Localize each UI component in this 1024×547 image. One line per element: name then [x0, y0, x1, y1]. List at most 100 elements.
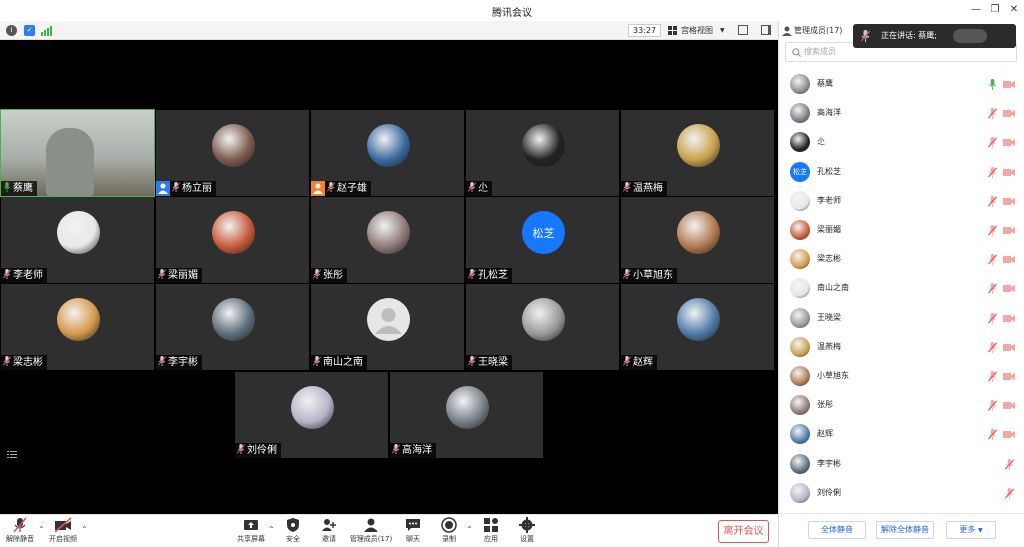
participant-tile[interactable]: 李宇彬: [156, 284, 309, 370]
mic-muted-icon[interactable]: [988, 166, 997, 178]
mic-muted-icon: [172, 182, 180, 192]
apps-button[interactable]: 应用: [478, 517, 504, 547]
info-icon[interactable]: i: [6, 25, 17, 36]
security-button[interactable]: 安全: [280, 517, 306, 547]
member-name: 张彤: [817, 400, 833, 410]
member-row[interactable]: 高海洋: [779, 99, 1024, 128]
list-icon[interactable]: [7, 450, 17, 460]
mic-icon[interactable]: [988, 79, 997, 90]
chat-button[interactable]: 聊天: [400, 517, 426, 547]
member-row[interactable]: 小草旭东: [779, 362, 1024, 391]
manage-members-button[interactable]: 管理成员(17): [348, 517, 394, 547]
camera-off-icon[interactable]: [1003, 226, 1015, 235]
record-button[interactable]: 录制: [436, 517, 462, 547]
unmute-button[interactable]: 解除静音: [4, 517, 36, 547]
participant-tile[interactable]: 梁丽媚: [156, 197, 309, 283]
leave-meeting-button[interactable]: 离开会议: [718, 520, 769, 543]
member-avatar: 松芝: [790, 161, 810, 182]
apps-label: 应用: [484, 535, 498, 543]
invite-button[interactable]: 邀请: [316, 517, 342, 547]
participant-name: 梁丽媚: [168, 270, 198, 281]
settings-button[interactable]: 设置: [514, 517, 540, 547]
mic-muted-icon[interactable]: [988, 195, 997, 207]
start-video-label: 开启视频: [49, 535, 77, 543]
mic-muted-icon[interactable]: [988, 283, 997, 295]
participant-tile[interactable]: 赵子雄: [311, 110, 464, 196]
member-row[interactable]: 松芝 孔松芝: [779, 158, 1024, 187]
participant-name: 温燕梅: [633, 183, 663, 194]
mute-all-button[interactable]: 全体静音: [808, 521, 866, 539]
participant-tile[interactable]: 赵辉: [621, 284, 774, 370]
camera-off-icon[interactable]: [1003, 372, 1015, 381]
mic-muted-icon[interactable]: [988, 400, 997, 412]
camera-off-icon[interactable]: [1003, 314, 1015, 323]
toggle-panel-icon[interactable]: [761, 25, 771, 35]
member-row[interactable]: 赵辉: [779, 420, 1024, 449]
chevron-up-icon[interactable]: ⌃: [38, 525, 45, 534]
camera-off-icon[interactable]: [1003, 401, 1015, 410]
member-row[interactable]: 张彤: [779, 391, 1024, 420]
mic-muted-icon[interactable]: [988, 312, 997, 324]
participant-name-label: 梁志彬: [1, 355, 47, 370]
member-row[interactable]: 梁志彬: [779, 245, 1024, 274]
participant-tile[interactable]: 南山之南: [311, 284, 464, 370]
minimize-button[interactable]: —: [966, 2, 986, 18]
participant-tile[interactable]: 刘伶俐: [235, 372, 388, 458]
member-row[interactable]: 尐: [779, 128, 1024, 157]
mic-muted-icon[interactable]: [988, 137, 997, 149]
participant-avatar: [367, 211, 410, 254]
mic-muted-icon[interactable]: [988, 225, 997, 236]
signal-icon[interactable]: [41, 25, 53, 36]
camera-off-icon[interactable]: [1003, 284, 1015, 293]
mic-muted-icon[interactable]: [988, 341, 997, 353]
chevron-up-icon[interactable]: ⌃: [268, 525, 275, 534]
camera-off-icon[interactable]: [1003, 168, 1015, 177]
member-row[interactable]: 蔡鹰: [779, 70, 1024, 99]
close-button[interactable]: ✕: [1004, 2, 1024, 18]
participant-tile[interactable]: 小草旭东: [621, 197, 774, 283]
camera-off-icon[interactable]: [1003, 138, 1015, 147]
mic-muted-icon[interactable]: [988, 108, 997, 120]
shield-icon[interactable]: ✓: [24, 25, 35, 36]
member-row[interactable]: 梁丽媚: [779, 216, 1024, 245]
participant-tile[interactable]: 高海洋: [390, 372, 543, 458]
camera-off-icon[interactable]: [1003, 343, 1015, 352]
camera-off-icon[interactable]: [1003, 197, 1015, 206]
participant-name-label: 尐: [466, 181, 492, 196]
mic-muted-icon[interactable]: [1005, 458, 1014, 470]
chevron-up-icon[interactable]: ⌃: [81, 525, 88, 534]
participant-tile[interactable]: 王晓梁: [466, 284, 619, 370]
member-name: 孔松芝: [817, 166, 841, 176]
participant-tile[interactable]: 蔡鹰: [0, 109, 155, 197]
camera-off-icon[interactable]: [1003, 80, 1015, 89]
participant-tile[interactable]: 李老师: [1, 197, 154, 283]
more-button[interactable]: 更多 ▼: [946, 521, 996, 539]
unmute-all-button[interactable]: 解除全体静音: [876, 521, 934, 539]
participant-tile[interactable]: 梁志彬: [1, 284, 154, 370]
mic-muted-icon[interactable]: [988, 429, 997, 441]
fullscreen-icon[interactable]: [738, 25, 748, 35]
mic-muted-icon[interactable]: [988, 371, 997, 382]
start-video-button[interactable]: 开启视频: [46, 517, 80, 547]
chevron-up-icon[interactable]: ⌃: [466, 525, 473, 534]
member-row[interactable]: 刘伶俐: [779, 479, 1024, 508]
participant-tile[interactable]: 尐: [466, 110, 619, 196]
member-row[interactable]: 南山之南: [779, 274, 1024, 303]
member-name: 刘伶俐: [817, 487, 841, 497]
participant-tile[interactable]: 杨立丽: [156, 110, 309, 196]
share-screen-button[interactable]: 共享屏幕: [235, 517, 267, 547]
camera-off-icon[interactable]: [1003, 255, 1015, 264]
member-row[interactable]: 温燕梅: [779, 333, 1024, 362]
view-switch-button[interactable]: 宫格视图 ▼: [668, 24, 730, 37]
member-row[interactable]: 王晓梁: [779, 304, 1024, 333]
participant-tile[interactable]: 张彤: [311, 197, 464, 283]
mic-muted-icon[interactable]: [1005, 487, 1014, 499]
camera-off-icon[interactable]: [1003, 430, 1015, 439]
participant-tile[interactable]: 温燕梅: [621, 110, 774, 196]
camera-off-icon[interactable]: [1003, 109, 1015, 118]
participant-tile[interactable]: 松芝 孔松芝: [466, 197, 619, 283]
member-row[interactable]: 李宇彬: [779, 450, 1024, 479]
restore-button[interactable]: ❐: [985, 2, 1005, 18]
mic-muted-icon[interactable]: [988, 254, 997, 266]
member-row[interactable]: 李老师: [779, 187, 1024, 216]
